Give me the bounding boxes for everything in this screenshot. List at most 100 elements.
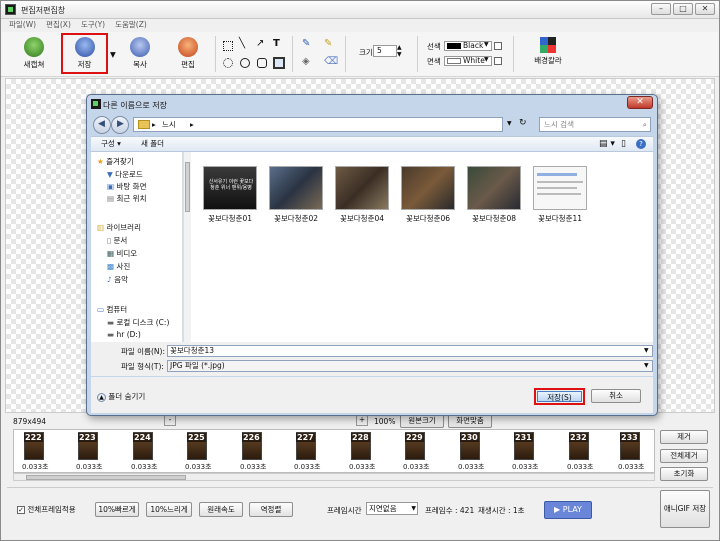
filename-input[interactable]: 꽃보다청춘13 — [167, 345, 653, 357]
fill-tool-icon[interactable]: ◈ — [302, 56, 310, 67]
frame-item[interactable]: 222 0.033초 — [14, 432, 64, 472]
organize-menu[interactable]: 구성 ▾ — [101, 137, 121, 151]
line-color-dropdown-icon[interactable]: ▼ — [484, 41, 489, 48]
navigation-scrollbar[interactable] — [183, 152, 191, 342]
size-spinner-icon[interactable]: ▲ ▼ — [397, 44, 402, 58]
edit-button[interactable]: 편집 — [167, 35, 209, 73]
search-input[interactable]: 느시 검색 ⌕ — [539, 117, 651, 132]
filename-dropdown-icon[interactable]: ▼ — [644, 347, 649, 354]
maximize-button[interactable]: □ — [673, 3, 693, 15]
filetype-dropdown-icon[interactable]: ▼ — [644, 362, 649, 369]
nav-desktop[interactable]: ▣ 바탕 화면 — [107, 181, 146, 192]
frame-time-select[interactable]: 지연없음 ▼ — [366, 502, 418, 515]
select-ellipse-tool-icon[interactable] — [223, 58, 233, 68]
eraser-tool-icon[interactable]: ⌫ — [324, 56, 338, 67]
frame-item[interactable]: 226 0.033초 — [232, 432, 282, 472]
line-tool-icon[interactable]: ╲ — [239, 38, 245, 49]
faster-button[interactable]: 10%빠르게 — [95, 502, 139, 517]
close-button[interactable]: ✕ — [695, 3, 715, 15]
nav-music[interactable]: ♪ 음악 — [107, 274, 128, 285]
filetype-select[interactable]: JPG 파일 (*.jpg) — [167, 360, 653, 372]
dialog-close-button[interactable]: ✕ — [627, 96, 653, 109]
ellipse-tool-icon[interactable] — [240, 58, 250, 68]
file-item[interactable]: 꽃보다청춘11 — [527, 166, 593, 236]
frame-item[interactable]: 223 0.033초 — [68, 432, 118, 472]
dialog-save-button[interactable]: 저장(S) — [534, 388, 585, 405]
rect-tool-icon[interactable] — [273, 57, 285, 69]
frame-item[interactable]: 224 0.033초 — [123, 432, 173, 472]
text-tool-icon[interactable]: T — [273, 38, 280, 49]
file-item[interactable]: 꽃보다청춘04 — [329, 166, 395, 236]
play-button[interactable]: ▶ PLAY — [544, 501, 592, 519]
preview-pane-icon[interactable]: ▯ — [621, 137, 626, 151]
frame-list[interactable]: 222 0.033초 223 0.033초 224 0.033초 225 0.033초 … — [13, 429, 655, 473]
star-icon: ★ — [97, 157, 104, 166]
scrollbar-thumb[interactable] — [26, 475, 186, 480]
frame-item[interactable]: 227 0.033초 — [286, 432, 336, 472]
arrow-tool-icon[interactable]: ↗ — [256, 38, 264, 49]
remove-all-button[interactable]: 전체제거 — [660, 449, 708, 463]
highlighter-tool-icon[interactable]: ✎ — [324, 38, 332, 49]
pen-tool-icon[interactable]: ✎ — [302, 38, 310, 49]
hide-folders-toggle[interactable]: ▲ 폴더 숨기기 — [97, 391, 145, 402]
background-color-button[interactable]: 배경칼라 — [526, 35, 570, 73]
frame-item[interactable]: 225 0.033초 — [177, 432, 227, 472]
forward-button[interactable]: ▶ — [111, 116, 129, 134]
slower-button[interactable]: 10%느리게 — [146, 502, 192, 517]
reverse-button[interactable]: 역정렬 — [249, 502, 293, 517]
select-rect-tool-icon[interactable] — [223, 41, 233, 51]
frame-item[interactable]: 231 0.033초 — [504, 432, 554, 472]
frame-item[interactable]: 232 0.033초 — [559, 432, 609, 472]
nav-favorites[interactable]: ★ 즐겨찾기 — [97, 156, 134, 167]
help-icon[interactable]: ? — [636, 139, 646, 149]
line-color-checkbox[interactable] — [494, 41, 502, 50]
nav-scrollbar-thumb[interactable] — [185, 162, 190, 212]
view-options-icon[interactable]: ▤ ▾ — [599, 137, 615, 151]
thumbnail-caption: 신서유기 이런 꽃보다 청춘 위너 맨위/용병 — [208, 179, 254, 191]
nav-pictures[interactable]: ▩ 사진 — [107, 261, 130, 272]
file-item[interactable]: 꽃보다청춘02 — [263, 166, 329, 236]
frame-item[interactable]: 229 0.033초 — [395, 432, 445, 472]
frame-scrollbar[interactable] — [13, 473, 655, 481]
nav-computer[interactable]: ▭ 컴퓨터 — [97, 304, 127, 315]
save-button[interactable]: 저장 — [61, 33, 108, 74]
copy-button[interactable]: 복사 — [119, 35, 161, 73]
menu-tools[interactable]: 도구(Y) — [81, 19, 105, 31]
menu-edit[interactable]: 편집(X) — [46, 19, 71, 31]
menu-file[interactable]: 파일(W) — [9, 19, 36, 31]
menu-help[interactable]: 도움말(Z) — [115, 19, 147, 31]
reset-button[interactable]: 초기화 — [660, 467, 708, 481]
original-speed-button[interactable]: 원래속도 — [199, 502, 243, 517]
new-capture-button[interactable]: 새캡쳐 — [13, 35, 55, 73]
remove-frame-button[interactable]: 제거 — [660, 430, 708, 444]
line-color-name: Black — [463, 41, 484, 50]
fill-color-dropdown-icon[interactable]: ▼ — [484, 56, 489, 63]
gif-save-button[interactable]: 애니GIF 저장 — [660, 490, 710, 528]
nav-recent[interactable]: ▤ 최근 위치 — [107, 193, 146, 204]
size-input[interactable]: 5 — [373, 45, 397, 57]
file-item[interactable]: 꽃보다청춘08 — [461, 166, 527, 236]
address-bar[interactable]: ▸ 느시 ▸ — [133, 117, 503, 132]
dialog-cancel-button[interactable]: 취소 — [591, 389, 641, 403]
minimize-button[interactable]: – — [651, 3, 671, 15]
nav-local-disk[interactable]: ▬ 로컬 디스크 (C:) — [107, 317, 169, 328]
file-item[interactable]: 신서유기 이런 꽃보다 청춘 위너 맨위/용병 꽃보다청춘01 — [197, 166, 263, 236]
nav-videos[interactable]: ▦ 비디오 — [107, 248, 137, 259]
rounded-rect-tool-icon[interactable] — [257, 58, 267, 68]
frame-item[interactable]: 228 0.033초 — [341, 432, 391, 472]
back-button[interactable]: ◀ — [93, 116, 111, 134]
new-folder-button[interactable]: 새 폴더 — [141, 137, 164, 151]
nav-downloads[interactable]: ▼ 다운로드 — [107, 169, 143, 180]
nav-documents[interactable]: ▯ 문서 — [107, 235, 127, 246]
frame-item[interactable]: 233 0.033초 — [610, 432, 654, 472]
refresh-icon[interactable]: ↻ — [519, 118, 527, 128]
frame-item[interactable]: 230 0.033초 — [450, 432, 500, 472]
address-dropdown-icon[interactable]: ▼ — [507, 120, 512, 127]
nav-hr-drive[interactable]: ▬ hr (D:) — [107, 330, 141, 339]
apply-all-frames-checkbox[interactable]: ✓ 전체프레임적용 — [17, 504, 76, 515]
fill-color-checkbox[interactable] — [494, 56, 502, 65]
save-dropdown-arrow-icon[interactable]: ▼ — [110, 50, 116, 59]
nav-libraries[interactable]: ▥ 라이브러리 — [97, 222, 141, 233]
file-list[interactable]: 신서유기 이런 꽃보다 청춘 위너 맨위/용병 꽃보다청춘01 꽃보다청춘02 … — [191, 152, 653, 342]
file-item[interactable]: 꽃보다청춘06 — [395, 166, 461, 236]
